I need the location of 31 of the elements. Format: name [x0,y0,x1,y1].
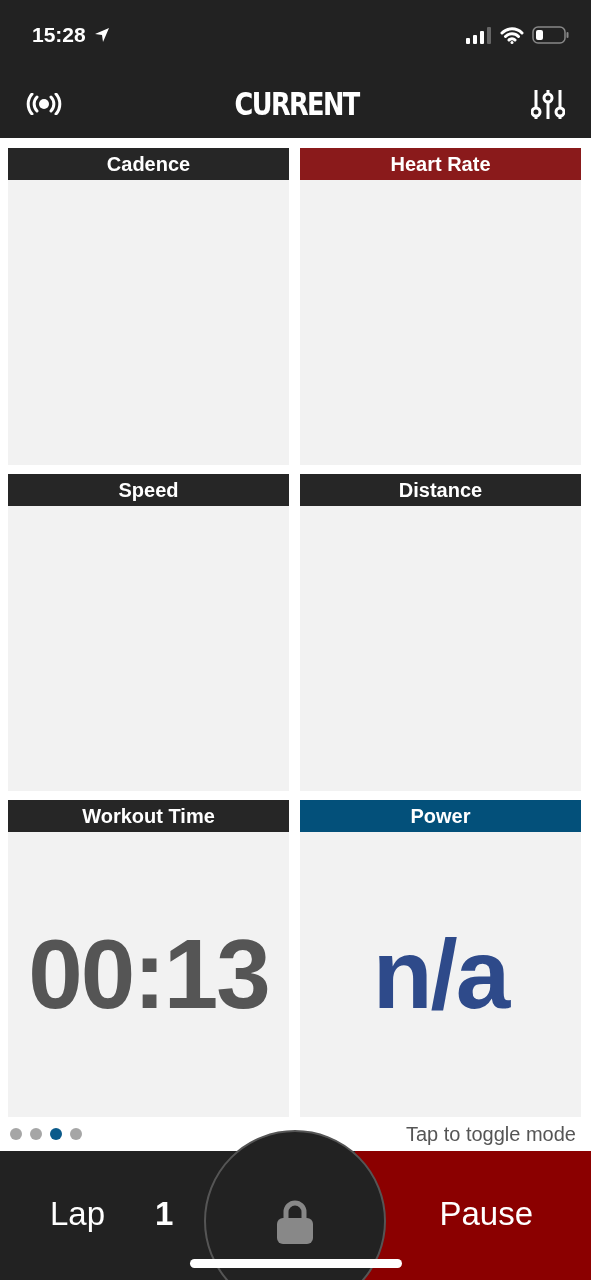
tile-header: Cadence [8,148,289,180]
signal-icon [466,26,492,44]
toggle-hint: Tap to toggle mode [405,1122,576,1146]
page-dot[interactable] [30,1128,42,1140]
metric-tile[interactable]: Workout Time 00:13 [8,800,289,1117]
metric-tile[interactable]: Heart Rate [300,148,581,465]
page-dot[interactable] [70,1128,82,1140]
metric-tile[interactable]: Power n/a [300,800,581,1117]
lap-number: 1 [155,1194,174,1233]
metric-value: n/a [372,918,509,1031]
location-arrow-icon [93,27,110,43]
broadcast-icon[interactable] [26,93,62,115]
page-dot[interactable] [10,1128,22,1140]
metric-tile[interactable]: Speed [8,474,289,791]
metric-value: 00:13 [28,918,269,1031]
tile-header: Distance [300,474,581,506]
metric-tile[interactable]: Distance [300,474,581,791]
tile-header: Speed [8,474,289,506]
settings-sliders-icon[interactable] [531,89,565,119]
pause-button[interactable]: Pause [439,1194,533,1233]
status-time: 15:28 [32,23,86,47]
lock-icon [277,1200,313,1244]
tile-header: Power [300,800,581,832]
page-dot[interactable] [50,1128,62,1140]
tile-header: Heart Rate [300,148,581,180]
wifi-icon [500,26,524,44]
screen-title: CURRENT [234,85,359,123]
lap-button[interactable]: Lap [50,1194,106,1233]
metric-tile[interactable]: Cadence [8,148,289,465]
tile-header: Workout Time [8,800,289,832]
battery-icon [532,26,569,44]
